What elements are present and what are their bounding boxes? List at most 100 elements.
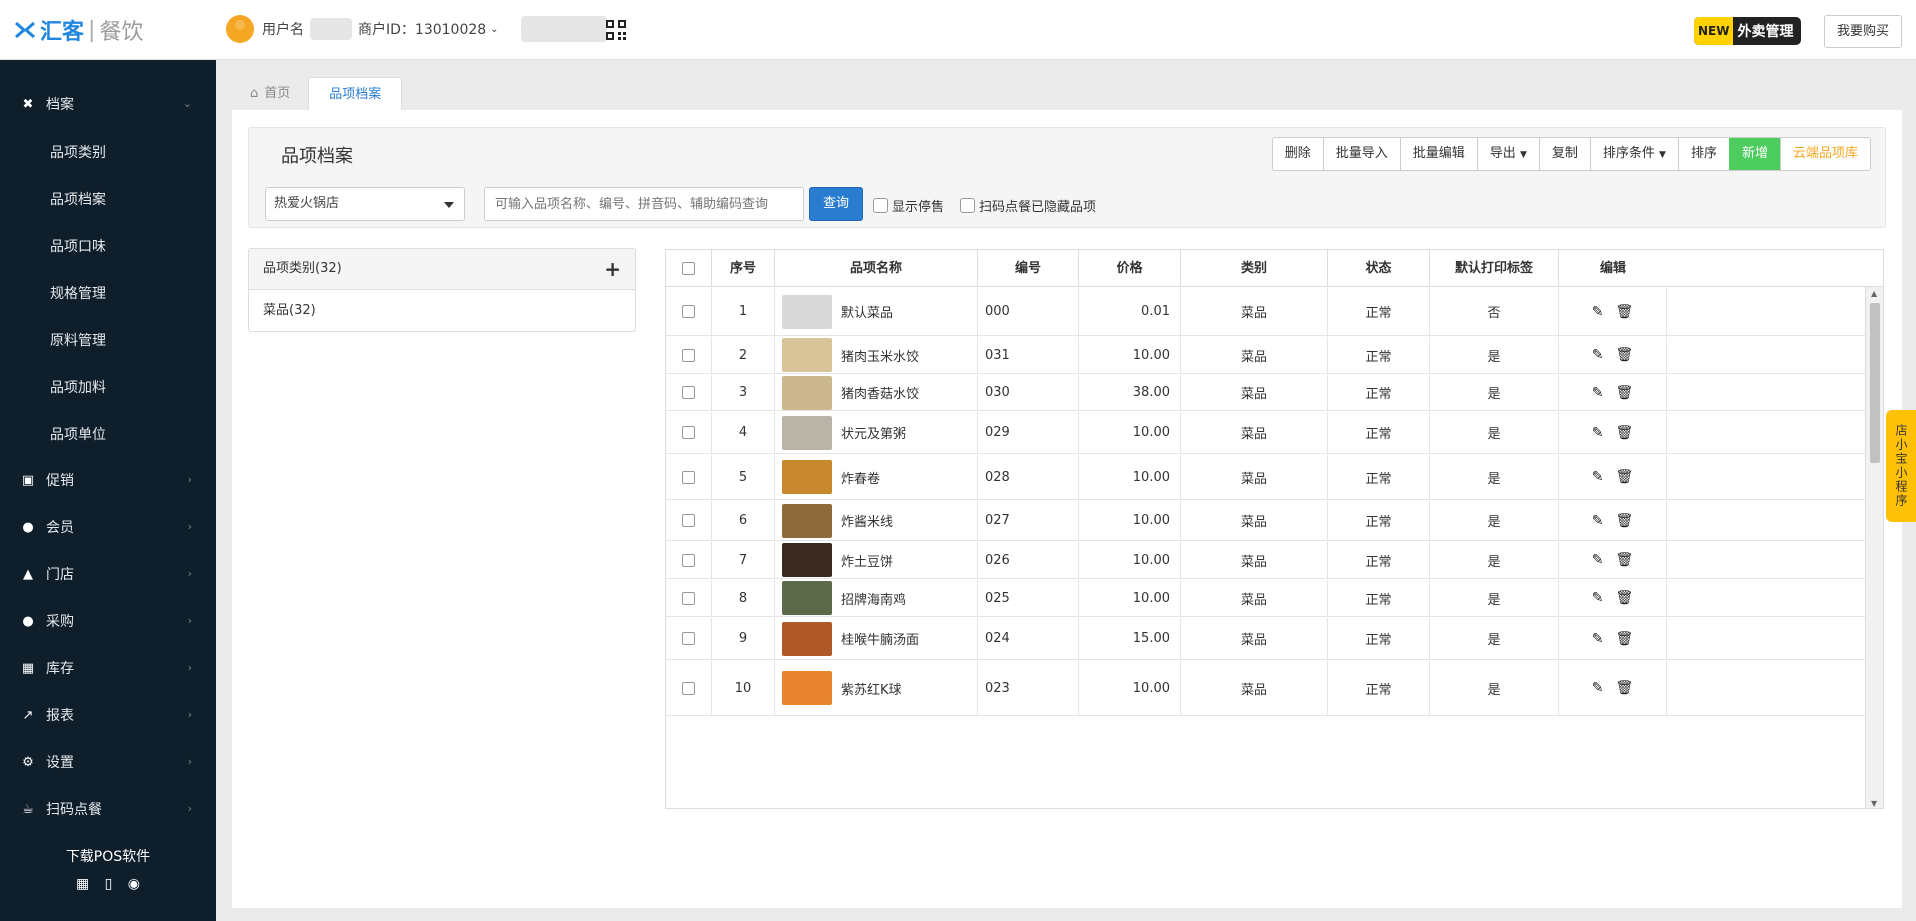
edit-icon[interactable]: ✎ bbox=[1592, 385, 1604, 401]
scrollbar-thumb[interactable] bbox=[1870, 303, 1880, 463]
sidebar-subitem[interactable]: 品项单位 bbox=[50, 424, 106, 444]
sidebar-item-label: 库存 bbox=[46, 661, 74, 677]
checkbox-box[interactable] bbox=[960, 198, 975, 213]
checkbox-box[interactable] bbox=[873, 198, 888, 213]
edit-icon[interactable]: ✎ bbox=[1592, 425, 1604, 441]
export-button[interactable]: 导出 ▼ bbox=[1476, 138, 1539, 170]
trash-icon[interactable]: 🗑 bbox=[1615, 425, 1633, 441]
trash-icon[interactable]: 🗑 bbox=[1615, 631, 1633, 647]
sort-condition-button[interactable]: 排序条件 ▼ bbox=[1589, 138, 1678, 170]
table-row[interactable]: 1 默认菜品 000 0.01 菜品 正常否 ✎ 🗑 bbox=[666, 288, 1866, 336]
row-checkbox[interactable] bbox=[682, 681, 695, 695]
store-select[interactable]: 热爱火锅店 bbox=[265, 187, 465, 221]
query-button[interactable]: 查询 bbox=[809, 187, 863, 221]
tab-item-archive[interactable]: 品项档案 bbox=[308, 77, 403, 111]
sidebar-item-settings[interactable]: ⚙ 设置 › bbox=[0, 742, 216, 782]
android-icon[interactable]: ◉ bbox=[128, 876, 140, 892]
copy-button[interactable]: 复制 bbox=[1538, 138, 1590, 170]
scroll-up-icon[interactable]: ▲ bbox=[1871, 289, 1877, 298]
trash-icon[interactable]: 🗑 bbox=[1615, 347, 1633, 363]
batch-import-button[interactable]: 批量导入 bbox=[1322, 138, 1400, 170]
edit-icon[interactable]: ✎ bbox=[1592, 590, 1604, 606]
edit-icon[interactable]: ✎ bbox=[1592, 304, 1604, 320]
download-pos-link[interactable]: 下载POS软件 bbox=[0, 846, 216, 866]
sidebar-item-label: 促销 bbox=[46, 473, 74, 489]
cloud-library-button[interactable]: 云端品项库 bbox=[1779, 138, 1870, 170]
table-row[interactable]: 8 招牌海南鸡 025 10.00 菜品 正常是 ✎ 🗑 bbox=[666, 580, 1866, 617]
add-category-icon[interactable]: + bbox=[604, 249, 621, 289]
sidebar-subitem[interactable]: 品项档案 bbox=[50, 189, 106, 209]
row-checkbox[interactable] bbox=[682, 305, 695, 318]
trash-icon[interactable]: 🗑 bbox=[1615, 590, 1633, 606]
waimai-button[interactable]: NEW 外卖管理 bbox=[1694, 17, 1802, 45]
sidebar-item-store[interactable]: ▲ 门店 › bbox=[0, 554, 216, 594]
trash-icon[interactable]: 🗑 bbox=[1615, 680, 1633, 696]
table-row[interactable]: 4 状元及第粥 029 10.00 菜品 正常是 ✎ 🗑 bbox=[666, 412, 1866, 454]
sidebar-item-inventory[interactable]: ▦ 库存 › bbox=[0, 648, 216, 688]
sidebar-item-report[interactable]: ↗ 报表 › bbox=[0, 695, 216, 735]
table-row[interactable]: 5 炸春卷 028 10.00 菜品 正常是 ✎ 🗑 bbox=[666, 455, 1866, 500]
tab-home[interactable]: ⌂ 首页 bbox=[232, 77, 308, 111]
qrcode-icon[interactable] bbox=[606, 20, 626, 40]
sidebar-subitem[interactable]: 规格管理 bbox=[50, 283, 106, 303]
table-scrollbar[interactable]: ▲ ▼ bbox=[1865, 287, 1883, 808]
select-all-checkbox[interactable] bbox=[682, 262, 695, 275]
table-row[interactable]: 9 桂喉牛腩汤面 024 15.00 菜品 正常是 ✎ 🗑 bbox=[666, 618, 1866, 660]
edit-icon[interactable]: ✎ bbox=[1592, 513, 1604, 529]
tablet-icon[interactable]: ▯ bbox=[105, 876, 113, 892]
chevron-down-icon[interactable]: ⌄ bbox=[490, 24, 498, 35]
table-cell: 状元及第粥 bbox=[775, 412, 978, 453]
windows-icon[interactable]: ▦ bbox=[76, 876, 89, 892]
trash-icon[interactable]: 🗑 bbox=[1615, 385, 1633, 401]
row-checkbox[interactable] bbox=[682, 553, 695, 567]
trash-icon[interactable]: 🗑 bbox=[1615, 304, 1633, 320]
delete-button[interactable]: 删除 bbox=[1273, 138, 1323, 170]
row-checkbox[interactable] bbox=[682, 591, 695, 605]
edit-icon[interactable]: ✎ bbox=[1592, 552, 1604, 568]
table-row[interactable]: 7 炸土豆饼 026 10.00 菜品 正常是 ✎ 🗑 bbox=[666, 542, 1866, 579]
category-item[interactable]: 菜品(32) bbox=[249, 290, 635, 332]
show-stopped-checkbox[interactable]: 显示停售 bbox=[873, 196, 944, 215]
sidebar-item-member[interactable]: ● 会员 › bbox=[0, 507, 216, 547]
row-checkbox[interactable] bbox=[682, 632, 695, 645]
edit-icon[interactable]: ✎ bbox=[1592, 347, 1604, 363]
table-row[interactable]: 3 猪肉香菇水饺 030 38.00 菜品 正常是 ✎ 🗑 bbox=[666, 375, 1866, 411]
row-checkbox[interactable] bbox=[682, 426, 695, 439]
table-row[interactable]: 10 紫苏红K球 023 10.00 菜品 正常是 ✎ 🗑 bbox=[666, 661, 1866, 716]
sidebar-subitem[interactable]: 品项口味 bbox=[50, 236, 106, 256]
trash-icon[interactable]: 🗑 bbox=[1615, 513, 1633, 529]
avatar[interactable] bbox=[226, 15, 254, 43]
logo[interactable]: 汇客 | 餐饮 bbox=[14, 16, 143, 45]
search-input[interactable] bbox=[484, 187, 804, 221]
chevron-right-icon: › bbox=[187, 755, 192, 768]
add-button[interactable]: 新增 bbox=[1728, 138, 1780, 170]
sidebar-subitem[interactable]: 品项加料 bbox=[50, 377, 106, 397]
sidebar-item-purchase[interactable]: ● 采购 › bbox=[0, 601, 216, 641]
edit-icon[interactable]: ✎ bbox=[1592, 469, 1604, 485]
row-checkbox[interactable] bbox=[682, 514, 695, 527]
user-info[interactable]: 用户名 商户ID：13010028 ⌄ bbox=[226, 15, 607, 43]
hidden-items-checkbox[interactable]: 扫码点餐已隐藏品项 bbox=[960, 196, 1096, 215]
item-thumbnail bbox=[782, 503, 832, 538]
batch-edit-button[interactable]: 批量编辑 bbox=[1399, 138, 1477, 170]
sidebar-item-scan-order[interactable]: ☕ 扫码点餐 › bbox=[0, 789, 216, 829]
edit-icon[interactable]: ✎ bbox=[1592, 631, 1604, 647]
row-checkbox[interactable] bbox=[682, 348, 695, 362]
sidebar-item-promotion[interactable]: ▣ 促销 › bbox=[0, 460, 216, 500]
row-checkbox[interactable] bbox=[682, 386, 695, 399]
table-cell: 是 bbox=[1430, 618, 1559, 659]
edit-icon[interactable]: ✎ bbox=[1592, 680, 1604, 696]
sidebar-item-archive[interactable]: ✖ 档案 ⌄ bbox=[0, 84, 216, 124]
scroll-down-icon[interactable]: ▼ bbox=[1871, 799, 1877, 808]
table-row[interactable]: 6 炸酱米线 027 10.00 菜品 正常是 ✎ 🗑 bbox=[666, 501, 1866, 541]
table-row[interactable]: 2 猪肉玉米水饺 031 10.00 菜品 正常是 ✎ 🗑 bbox=[666, 337, 1866, 374]
trash-icon[interactable]: 🗑 bbox=[1615, 552, 1633, 568]
sidebar-subitem[interactable]: 品项类别 bbox=[50, 142, 106, 162]
chevron-down-icon: ⌄ bbox=[182, 97, 192, 110]
trash-icon[interactable]: 🗑 bbox=[1615, 469, 1633, 485]
mini-program-tab[interactable]: 店小宝小程序 bbox=[1886, 410, 1916, 522]
buy-button[interactable]: 我要购买 bbox=[1824, 15, 1902, 48]
row-checkbox[interactable] bbox=[682, 470, 695, 484]
sort-button[interactable]: 排序 bbox=[1677, 138, 1729, 170]
sidebar-subitem[interactable]: 原料管理 bbox=[50, 330, 106, 350]
